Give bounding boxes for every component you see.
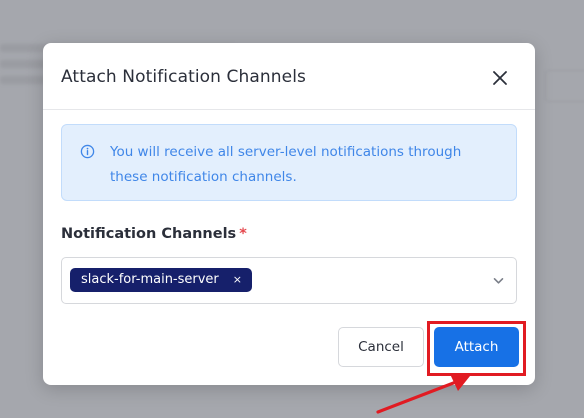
info-circle-icon [80,144,95,159]
required-marker: * [239,226,247,242]
field-label-text: Notification Channels [61,226,237,242]
close-icon [493,71,507,85]
info-alert: You will receive all server-level notifi… [61,124,517,201]
background-card [545,70,584,102]
attach-notification-modal: Attach Notification Channels You will re… [43,43,535,385]
attach-button[interactable]: Attach [434,327,519,367]
notification-channels-select[interactable]: slack-for-main-server × [61,257,517,304]
modal-title: Attach Notification Channels [61,67,306,87]
notification-channels-label: Notification Channels * [61,226,247,242]
cancel-button[interactable]: Cancel [338,327,424,367]
selected-channel-tag: slack-for-main-server × [70,268,252,292]
tag-remove-button[interactable]: × [233,268,242,292]
modal-header: Attach Notification Channels [43,43,535,110]
info-message: You will receive all server-level notifi… [110,144,462,185]
close-button[interactable] [491,69,509,87]
tag-label: slack-for-main-server [81,272,219,287]
chevron-down-icon[interactable] [493,277,504,285]
